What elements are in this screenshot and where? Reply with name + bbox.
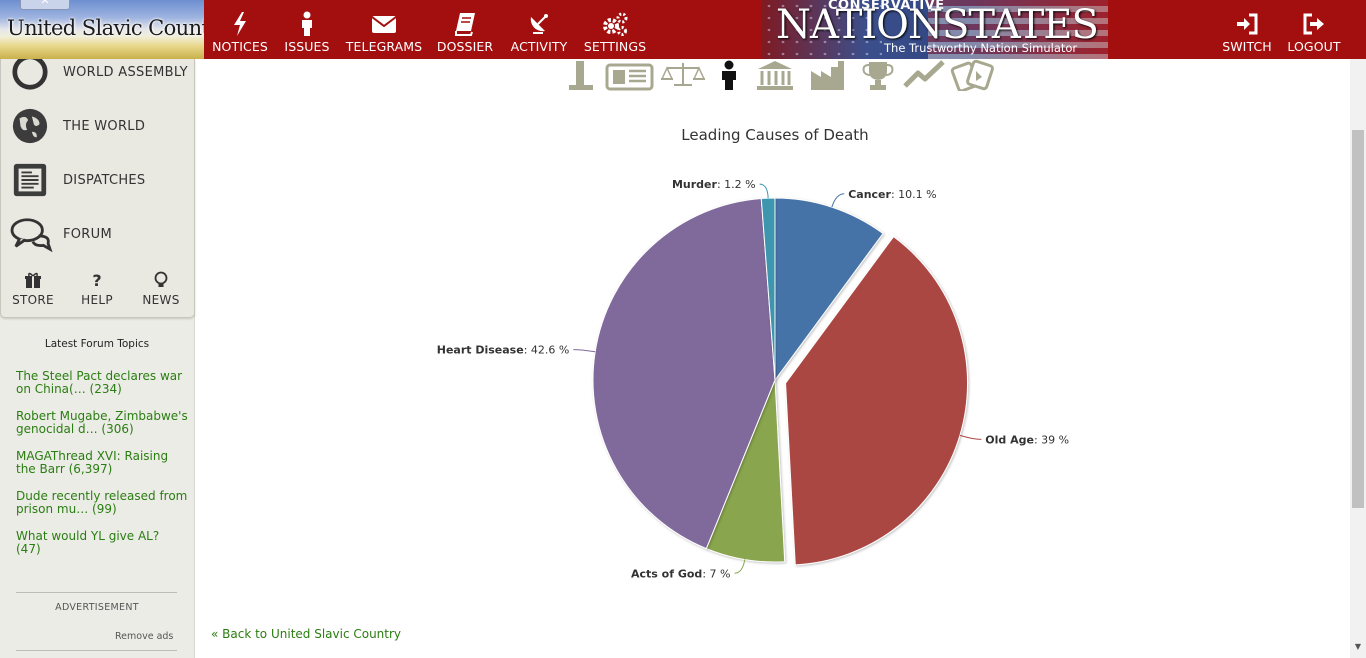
nav-dossier-label: DOSSIER <box>436 39 494 54</box>
pie-chart: Cancer: 10.1 % Old Age: 39 % Acts of God: … <box>437 178 1069 580</box>
nation-flag-banner[interactable]: ✕ United Slavic Country <box>0 0 204 59</box>
nav-settings[interactable]: SETTINGS <box>583 0 647 59</box>
pie-connector <box>831 193 845 208</box>
nav-logout[interactable]: LOGOUT <box>1285 0 1343 59</box>
person-icon <box>302 11 312 36</box>
book-icon <box>455 13 475 36</box>
scrollbar-thumb[interactable] <box>1352 130 1364 508</box>
back-to-nation-link[interactable]: « Back to United Slavic Country <box>211 627 401 641</box>
pie-connector <box>573 349 596 353</box>
pie-label-acts-of-god: Acts of God: 7 % <box>631 567 730 580</box>
pie-slices <box>592 197 969 566</box>
logo-title: NATIONSTATES <box>776 2 1099 48</box>
gears-icon <box>603 12 628 36</box>
nav-switch-label: SWITCH <box>1222 39 1272 54</box>
nav-issues[interactable]: ISSUES <box>283 0 331 59</box>
nav-logout-label: LOGOUT <box>1287 39 1341 54</box>
envelope-icon <box>371 16 397 33</box>
nav-notices-label: NOTICES <box>212 39 268 54</box>
nation-name[interactable]: United Slavic Country <box>7 16 204 40</box>
pie-label-heart-disease: Heart Disease: 42.6 % <box>437 344 570 357</box>
lightning-icon <box>234 12 246 36</box>
scroll-down-arrow[interactable]: ▼ <box>1350 640 1366 654</box>
nav-telegrams-label: TELEGRAMS <box>345 39 423 54</box>
flag-tab[interactable]: ✕ <box>20 0 70 10</box>
nationstates-logo[interactable]: CONSERVATIVE NATIONSTATES The Trustworth… <box>762 0 1108 59</box>
pie-label-old-age: Old Age: 39 % <box>985 433 1069 446</box>
nav-settings-label: SETTINGS <box>583 39 647 54</box>
top-navigation-bar: ✕ United Slavic Country NOTICES ISSUES T… <box>0 0 1366 59</box>
nav-notices[interactable]: NOTICES <box>212 0 268 59</box>
pie-label-murder: Murder: 1.2 % <box>672 178 756 191</box>
pie-connector <box>959 434 982 440</box>
nav-issues-label: ISSUES <box>284 39 330 54</box>
pie-label-cancer: Cancer: 10.1 % <box>848 188 936 201</box>
nav-switch[interactable]: SWITCH <box>1219 0 1275 59</box>
nav-activity[interactable]: ACTIVITY <box>509 0 569 59</box>
nav-dossier[interactable]: DOSSIER <box>436 0 494 59</box>
satellite-dish-icon <box>530 14 548 34</box>
pie-connector <box>759 183 769 199</box>
sign-in-icon <box>1237 13 1258 35</box>
pie-connector <box>734 559 746 574</box>
nav-activity-label: ACTIVITY <box>510 39 568 54</box>
logo-tagline: The Trustworthy Nation Simulator <box>884 41 1078 55</box>
nav-telegrams[interactable]: TELEGRAMS <box>346 0 422 59</box>
sign-out-icon <box>1303 13 1324 35</box>
